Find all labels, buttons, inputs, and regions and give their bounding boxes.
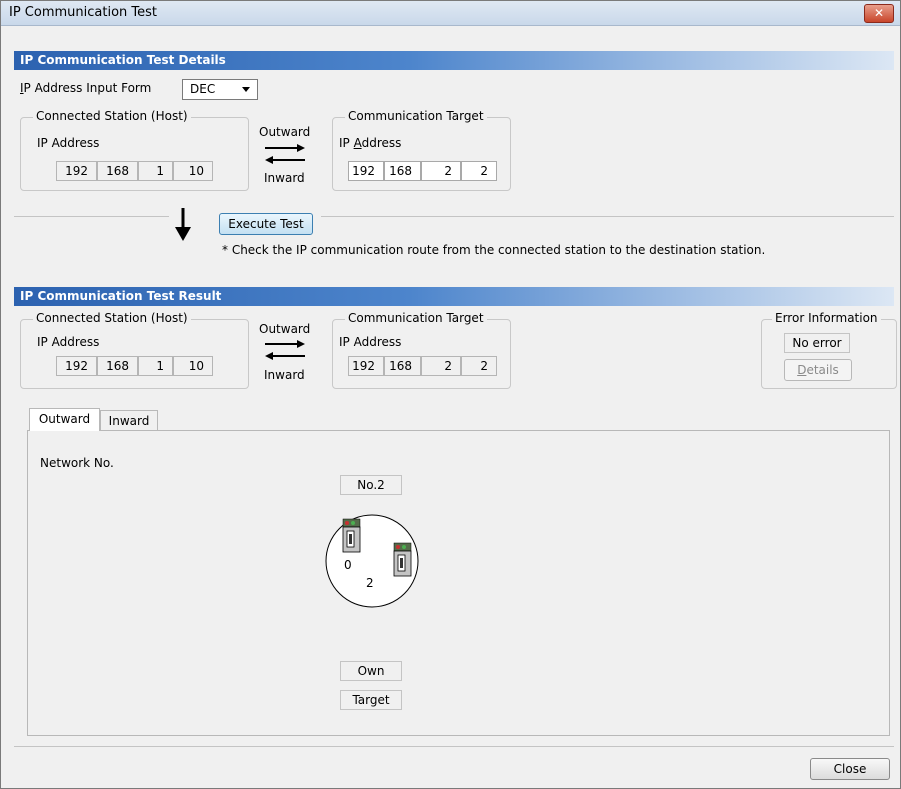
- error-status: No error: [784, 333, 850, 353]
- result-target-octet-1: 192: [348, 356, 384, 376]
- target-station-number: 2: [366, 576, 374, 590]
- ip-input-form-label: IP Address Input Form: [20, 81, 152, 95]
- result-target-group: Communication Target: [332, 311, 511, 389]
- details-host-octet-3: 1: [138, 161, 173, 181]
- result-target-octet-2: 168: [384, 356, 421, 376]
- network-number-box: No.2: [340, 475, 402, 495]
- details-host-legend: Connected Station (Host): [33, 109, 191, 123]
- execute-test-button[interactable]: Execute Test: [219, 213, 313, 235]
- result-outward-label: Outward: [259, 322, 311, 336]
- dialog-window: IP Communication Test ✕ IP Communication…: [0, 0, 901, 789]
- details-outward-label: Outward: [259, 125, 311, 139]
- execute-note: * Check the IP communication route from …: [222, 243, 766, 257]
- ip-input-form-value: DEC: [190, 82, 216, 96]
- tab-inward[interactable]: Inward: [100, 410, 158, 432]
- separator-right: [321, 216, 894, 217]
- result-host-group: Connected Station (Host): [20, 311, 249, 389]
- result-section-header: IP Communication Test Result: [14, 287, 894, 306]
- result-inward-label: Inward: [264, 368, 305, 382]
- target-octet-2-input[interactable]: 168: [384, 161, 421, 181]
- result-target-ip-label: IP Address: [339, 335, 402, 349]
- result-host-ip-label: IP Address: [37, 335, 100, 349]
- arrows-icon: [265, 340, 305, 360]
- result-target-octet-3: 2: [421, 356, 461, 376]
- tab-panel-outward: Network No. No.2 0 2 Own Target: [27, 430, 890, 736]
- details-target-legend: Communication Target: [345, 109, 487, 123]
- target-octet-4-input[interactable]: 2: [461, 161, 497, 181]
- details-target-ip-label: IP Address: [339, 136, 402, 150]
- close-button[interactable]: Close: [810, 758, 890, 780]
- error-details-button[interactable]: Details: [784, 359, 852, 381]
- target-station-icon: [393, 542, 412, 577]
- result-host-octet-4: 10: [173, 356, 213, 376]
- title-bar: IP Communication Test ✕: [1, 1, 900, 26]
- footer-separator: [14, 746, 894, 747]
- result-host-octet-2: 168: [97, 356, 138, 376]
- window-title: IP Communication Test: [9, 5, 158, 20]
- result-host-legend: Connected Station (Host): [33, 311, 191, 325]
- tab-outward[interactable]: Outward: [29, 408, 100, 431]
- details-host-octet-4: 10: [173, 161, 213, 181]
- target-octet-1-input[interactable]: 192: [348, 161, 384, 181]
- result-host-octet-1: 192: [56, 356, 97, 376]
- error-info-legend: Error Information: [772, 311, 881, 325]
- arrows-icon: [265, 144, 305, 164]
- details-inward-label: Inward: [264, 171, 305, 185]
- close-window-button[interactable]: ✕: [864, 4, 894, 23]
- target-octet-3-input[interactable]: 2: [421, 161, 461, 181]
- details-host-ip-label: IP Address: [37, 136, 100, 150]
- chevron-down-icon: [242, 87, 250, 92]
- own-station-number: 0: [344, 558, 352, 572]
- result-target-legend: Communication Target: [345, 311, 487, 325]
- separator-left: [14, 216, 169, 217]
- network-diagram: 0 2: [325, 514, 419, 608]
- own-station-icon: [342, 518, 361, 553]
- legend-own: Own: [340, 661, 402, 681]
- result-host-octet-3: 1: [138, 356, 173, 376]
- ip-input-form-select[interactable]: DEC: [182, 79, 258, 100]
- network-no-label: Network No.: [40, 456, 114, 470]
- legend-target: Target: [340, 690, 402, 710]
- details-host-octet-1: 192: [56, 161, 97, 181]
- details-section-header: IP Communication Test Details: [14, 51, 894, 70]
- details-host-octet-2: 168: [97, 161, 138, 181]
- result-target-octet-4: 2: [461, 356, 497, 376]
- arrow-down-icon: [175, 208, 191, 241]
